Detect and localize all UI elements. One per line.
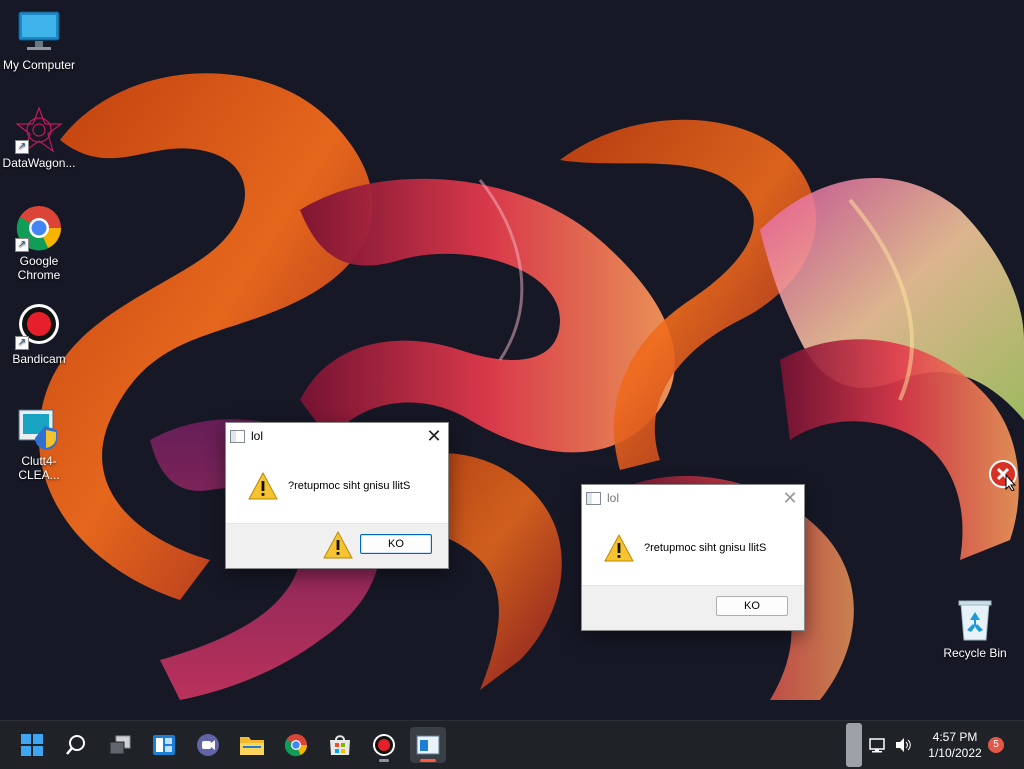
message-dialog: lol ✕ ?retupmoc siht gnisu llitS KO [225,422,449,569]
dialog-title: lol [251,429,264,443]
clutt4-icon [15,404,63,452]
store-button[interactable] [322,727,358,763]
store-icon [330,735,350,755]
desktop-icon-clutt4[interactable]: Clutt4-CLEA... [1,404,77,482]
desktop-icon-datawagon[interactable]: ↗ DataWagon... [1,106,77,170]
ok-button[interactable]: KO [716,596,788,616]
start-icon [21,734,43,756]
volume-button[interactable] [892,727,916,763]
error-cursor-icon [989,460,1017,491]
volume-icon [896,738,911,752]
shortcut-arrow-icon: ↗ [15,336,29,350]
dialog-footer: KO [226,523,448,568]
close-icon[interactable]: ✕ [776,488,804,508]
desktop-icon-label: Recycle Bin [943,646,1007,660]
task-view-button[interactable] [102,727,138,763]
desktop-icon-label: Clutt4-CLEA... [18,454,60,482]
clock-date: 1/10/2022 [928,746,982,760]
app-window-icon [230,429,245,443]
dialog-body: ?retupmoc siht gnisu llitS [582,511,804,585]
widgets-button[interactable] [146,727,182,763]
taskbar: 4:57 PM 1/10/2022 5 [0,720,1024,769]
ok-button[interactable]: KO [360,534,432,554]
chrome-icon [284,734,307,757]
running-indicator [379,759,389,762]
datawagon-icon: ↗ [15,106,63,154]
bandicam-icon [373,734,395,756]
close-icon[interactable]: ✕ [420,426,448,446]
dialog-title: lol [607,491,620,505]
network-icon [869,738,885,753]
desktop-icon-my-computer[interactable]: My Computer [1,8,77,72]
chrome-taskbar-button[interactable] [278,727,314,763]
search-icon [66,735,85,755]
desktop-icon-google-chrome[interactable]: ↗ Google Chrome [1,204,77,282]
message-dialog: lol ✕ ?retupmoc siht gnisu llitS KO [581,484,805,631]
bandicam-taskbar-button[interactable] [366,727,402,763]
app-window-icon [586,491,601,505]
dialog-title-bar[interactable]: lol ✕ [582,485,804,511]
chrome-icon: ↗ [15,204,63,252]
clock-time: 4:57 PM [932,730,978,744]
network-button[interactable] [866,727,890,763]
recycle-bin-icon [951,596,999,644]
show-hidden-icons-button[interactable] [846,723,862,767]
desktop-icon-label: My Computer [2,58,76,72]
dialog-message: ?retupmoc siht gnisu llitS [288,480,411,492]
desktop-icon-label: Bandicam [12,352,66,366]
task-view-icon [109,735,131,755]
notification-badge[interactable]: 5 [988,737,1004,753]
file-explorer-button[interactable] [234,727,270,763]
shortcut-arrow-icon: ↗ [15,140,29,154]
teams-chat-button[interactable] [190,727,226,763]
active-app-taskbar-button[interactable] [410,727,446,763]
dialog-body: ?retupmoc siht gnisu llitS [226,449,448,523]
start-button[interactable] [14,727,50,763]
running-indicator [420,759,436,762]
desktop-wallpaper [0,0,1024,720]
warning-icon [323,531,353,559]
dialog-footer: KO [582,585,804,630]
desktop-icon-label: DataWagon... [2,156,76,170]
shortcut-arrow-icon: ↗ [15,238,29,252]
monitor-icon [15,8,63,56]
warning-icon [248,472,278,500]
record-icon: ↗ [15,302,63,350]
dialog-title-bar[interactable]: lol ✕ [226,423,448,449]
teams-chat-icon [197,734,219,756]
desktop-icon-bandicam[interactable]: ↗ Bandicam [1,302,77,366]
widgets-icon [153,735,175,755]
clock[interactable]: 4:57 PM 1/10/2022 [920,729,990,761]
desktop-icon-label: Google Chrome [17,254,61,282]
file-explorer-icon [240,737,264,755]
desktop-icon-recycle-bin[interactable]: Recycle Bin [937,596,1013,660]
search-button[interactable] [58,727,94,763]
dialog-message: ?retupmoc siht gnisu llitS [644,542,767,554]
warning-icon [604,534,634,562]
active-app-icon [416,735,440,755]
